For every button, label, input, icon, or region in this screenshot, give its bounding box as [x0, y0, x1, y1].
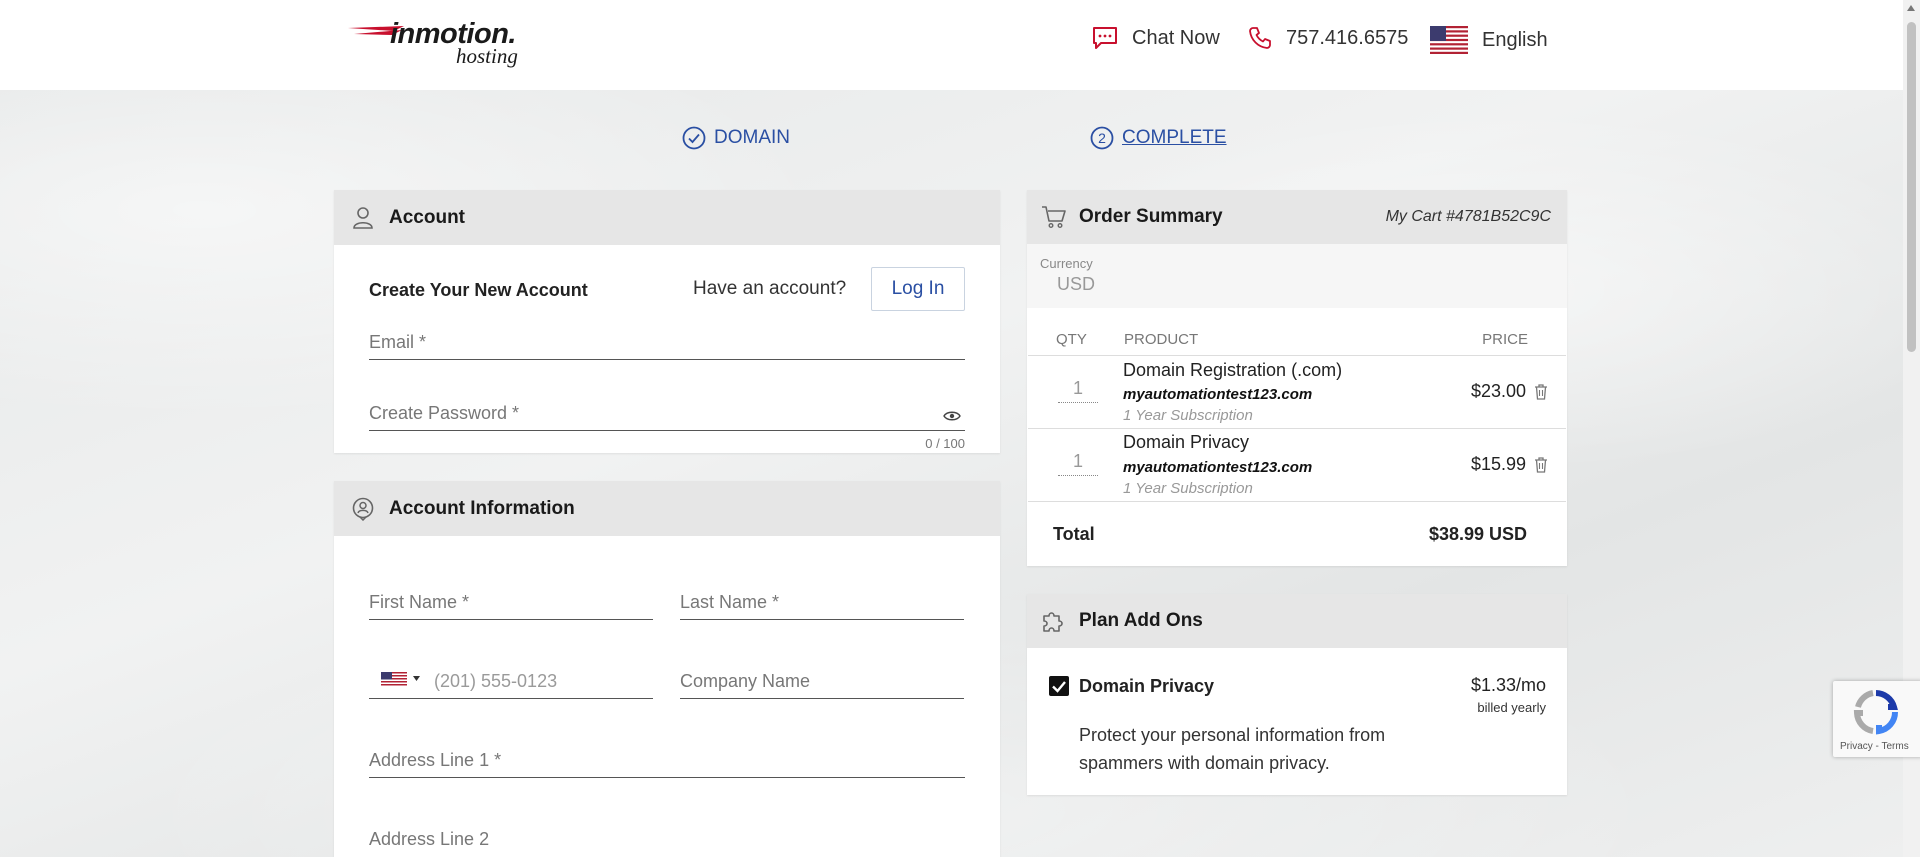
cart-item-row: 1 Domain Registration (.com) myautomatio…: [1028, 355, 1566, 428]
address2-label: Address Line 2: [369, 829, 490, 849]
qty-input[interactable]: 1: [1058, 378, 1098, 403]
inmotion-hosting-logo[interactable]: inmotion. hosting: [346, 18, 536, 70]
currency-box[interactable]: Currency USD: [1027, 244, 1567, 308]
last-name-field[interactable]: Last Name *: [680, 585, 964, 620]
logo-subword: hosting: [456, 44, 518, 68]
product-name: Domain Privacy: [1123, 432, 1250, 452]
trash-icon[interactable]: [1534, 384, 1548, 400]
phone-field[interactable]: (201) 555-0123: [369, 664, 653, 699]
checkmark-icon: [1052, 681, 1066, 693]
order-summary-header: Order Summary My Cart #4781B52C9C: [1027, 190, 1567, 244]
account-title: Account: [389, 206, 465, 228]
phone-icon: [1249, 27, 1271, 49]
col-qty-header: QTY: [1056, 331, 1087, 348]
domain-privacy-checkbox[interactable]: [1049, 676, 1069, 696]
trash-icon[interactable]: [1534, 457, 1548, 473]
order-summary-title: Order Summary: [1079, 206, 1223, 227]
email-field[interactable]: Email *: [369, 325, 965, 360]
password-counter: 0 / 100: [925, 436, 965, 451]
check-circle-icon: [682, 126, 706, 150]
addon-price: $1.33/mo: [1470, 675, 1546, 695]
create-account-heading: Create Your New Account: [369, 280, 588, 300]
recaptcha-links[interactable]: Privacy - Terms: [1840, 741, 1909, 752]
qty-input[interactable]: 1: [1058, 451, 1098, 476]
addon-billing: billed yearly: [1477, 700, 1546, 715]
chat-now-link[interactable]: Chat Now: [1092, 26, 1220, 50]
step-domain-label: DOMAIN: [714, 127, 790, 148]
product-price: $23.00: [1470, 381, 1526, 401]
total-label: Total: [1053, 524, 1095, 544]
col-price-header: PRICE: [1482, 331, 1528, 348]
chat-now-label: Chat Now: [1132, 26, 1220, 49]
login-button[interactable]: Log In: [871, 267, 965, 311]
product-term: 1 Year Subscription: [1123, 480, 1253, 497]
currency-label: Currency: [1040, 256, 1093, 271]
scroll-up-arrow-icon[interactable]: [1907, 5, 1915, 11]
user-icon: [353, 206, 373, 229]
account-info-title: Account Information: [389, 497, 575, 519]
account-info-card: Account Information First Name * Last Na…: [334, 481, 1000, 857]
account-card-header: Account: [334, 190, 1000, 245]
plan-addons-title: Plan Add Ons: [1079, 610, 1203, 631]
password-label: Create Password *: [369, 403, 520, 423]
us-flag-icon: [1430, 26, 1468, 54]
currency-value: USD: [1057, 274, 1096, 294]
cart-icon: [1042, 206, 1066, 229]
have-account-text: Have an account?: [693, 278, 847, 299]
cart-id: My Cart #4781B52C9C: [1385, 208, 1551, 225]
recaptcha-logo-icon: [1853, 690, 1899, 735]
step-complete-label: COMPLETE: [1122, 127, 1227, 148]
address1-label: Address Line 1 *: [369, 750, 502, 770]
chat-bubble-icon: [1093, 27, 1117, 49]
last-name-label: Last Name *: [680, 592, 780, 612]
address1-field[interactable]: Address Line 1 *: [369, 743, 965, 778]
language-label: English: [1482, 28, 1548, 51]
site-header: inmotion. hosting Chat Now 757.416.6575 …: [0, 0, 1903, 90]
recaptcha-badge[interactable]: Privacy - Terms: [1833, 681, 1920, 757]
total-value: $38.99 USD: [1428, 524, 1527, 544]
account-info-header: Account Information: [334, 481, 1000, 536]
phone-placeholder: (201) 555-0123: [434, 671, 558, 691]
product-domain: myautomationtest123.com: [1123, 386, 1313, 403]
dropdown-caret-icon[interactable]: [413, 676, 420, 681]
addon-description: Protect your personal information from s…: [1079, 725, 1386, 773]
plan-addons-header: Plan Add Ons: [1027, 594, 1567, 648]
email-label: Email *: [369, 332, 427, 352]
first-name-field[interactable]: First Name *: [369, 585, 653, 620]
phone-number: 757.416.6575: [1286, 26, 1409, 49]
step-complete[interactable]: 2 COMPLETE: [1090, 126, 1227, 150]
product-name: Domain Registration (.com): [1123, 360, 1343, 380]
password-field[interactable]: Create Password *: [369, 396, 965, 431]
product-price: $15.99: [1470, 454, 1526, 474]
product-domain: myautomationtest123.com: [1123, 459, 1313, 476]
eye-icon[interactable]: [943, 410, 961, 422]
address2-field[interactable]: Address Line 2: [369, 822, 965, 856]
scroll-thumb[interactable]: [1907, 22, 1916, 352]
col-product-header: PRODUCT: [1124, 331, 1199, 348]
phone-link[interactable]: 757.416.6575: [1248, 26, 1408, 50]
country-flag-icon[interactable]: [381, 672, 407, 686]
account-card: Account Create Your New Account Have an …: [334, 190, 1000, 453]
step-number-icon: 2: [1090, 126, 1114, 150]
addon-name: Domain Privacy: [1079, 676, 1215, 696]
total-row: Total $38.99 USD: [1028, 501, 1566, 566]
step-domain[interactable]: DOMAIN: [682, 126, 790, 150]
language-selector[interactable]: English: [1430, 26, 1548, 54]
cart-item-row: 1 Domain Privacy myautomationtest123.com…: [1028, 428, 1566, 501]
location-user-icon: [352, 497, 374, 521]
product-term: 1 Year Subscription: [1123, 407, 1253, 424]
svg-text:2: 2: [1098, 130, 1106, 146]
plan-addons-card: Plan Add Ons Domain Privacy $1.33/mo bil…: [1027, 594, 1567, 795]
company-field[interactable]: Company Name: [680, 664, 964, 699]
company-label: Company Name: [680, 671, 811, 691]
first-name-label: First Name *: [369, 592, 470, 612]
puzzle-piece-icon: [1043, 612, 1063, 632]
